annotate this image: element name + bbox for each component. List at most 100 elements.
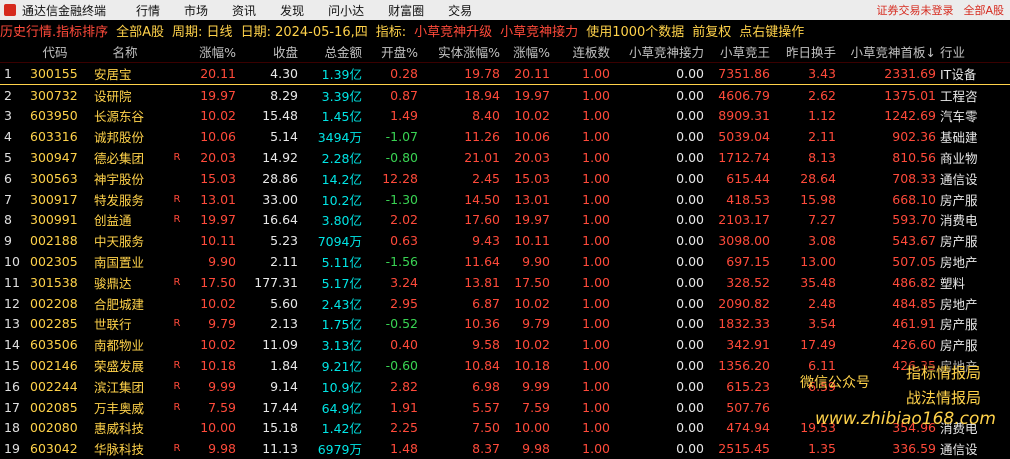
cell-ind: IT设备 [940,62,1010,85]
column-header[interactable]: 小草竞王 [708,40,774,63]
table-row[interactable]: 7 300917 特发服务 R 13.01 33.00 10.2亿 -1.30 14.50 13.… [0,189,1010,210]
column-header[interactable]: 小草竞神接力 [614,40,708,63]
view-mode[interactable]: 历史行情.指标排序 [0,21,108,40]
cell-amt: 3.80亿 [321,213,362,229]
cell-lb: 1.00 [582,295,610,311]
cell-lb: 1.00 [582,191,610,207]
cell-close: 8.29 [270,87,298,103]
indicator-2[interactable]: 小草竞神接力 [500,21,578,40]
table-row[interactable]: 13 002285 世联行 R 9.79 2.13 1.75亿 -0.52 10.36 9.79 1… [0,314,1010,335]
cell-zf: 10.02 [200,108,236,124]
column-header[interactable]: 昨日换手 [774,40,840,63]
indicator-1[interactable]: 小草竞神升级 [414,21,492,40]
menu-item[interactable]: 行情 [136,2,160,19]
cell-i: 10 [4,254,20,270]
table-row[interactable]: 9 002188 中天服务 10.11 5.23 7094万 0.63 9.43 10.11 1.… [0,230,1010,251]
table-row[interactable]: 2 300732 设研院 19.97 8.29 3.39亿 0.87 18.94 19.97 1.… [0,84,1010,105]
column-header[interactable]: 总金额 [302,40,366,63]
watermark-site: www.zhibiao168.com [815,409,996,429]
cell-lb: 1.00 [582,87,610,103]
cell-open: 2.02 [390,212,418,228]
column-header[interactable]: 涨幅% [188,40,240,63]
table-row[interactable]: 11 301538 骏鼎达 R 17.50 177.31 5.17亿 3.24 13.81 17.… [0,272,1010,293]
cell-zf2: 10.00 [514,420,550,436]
column-header[interactable]: 实体涨幅% [422,40,504,63]
column-header[interactable]: 名称 [88,40,166,63]
adjust-label[interactable]: 前复权 [692,21,731,40]
cell-kw: 418.53 [726,191,770,207]
table-row[interactable]: 19 603042 华脉科技 R 9.98 11.13 6979万 1.48 8.37 9.98 1… [0,438,1010,459]
cell-real: 14.50 [464,191,500,207]
cell-kw: 4606.79 [718,87,770,103]
menu-item[interactable]: 问小达 [328,2,364,19]
table-row[interactable]: 5 300947 德必集团 R 20.03 14.92 2.28亿 -0.80 21.01 20.… [0,147,1010,168]
column-header[interactable]: 行业 [940,40,1010,63]
cell-close: 1.84 [270,358,298,374]
column-header[interactable] [166,40,188,63]
table-row[interactable]: 12 002208 合肥城建 10.02 5.60 2.43亿 2.95 6.87 10.02 1… [0,293,1010,314]
table-row[interactable]: 6 300563 神宇股份 15.03 28.86 14.2亿 12.28 2.45 15.03… [0,168,1010,189]
cell-ind: 房产服 [940,338,978,354]
cell-code: 603506 [30,337,78,353]
period-label[interactable]: 周期: 日线 [172,21,233,40]
cell-sb: 1375.01 [884,87,936,103]
cell-name: 创益通 [94,213,132,229]
column-header[interactable] [0,40,26,63]
cell-kw: 1356.20 [718,358,770,374]
market-scope[interactable]: 全部A股 [963,2,1004,18]
hint-label: 点右键操作 [739,24,805,40]
menu-item[interactable]: 财富圈 [388,2,424,19]
table-row[interactable]: 8 300991 创益通 R 19.97 16.64 3.80亿 2.02 17.60 19.97… [0,210,1010,231]
cell-close: 5.14 [270,129,298,145]
column-header[interactable]: 收盘 [240,40,302,63]
menu-item[interactable]: 市场 [184,2,208,19]
table-row[interactable]: 10 002305 南国置业 9.90 2.11 5.11亿 -1.56 11.64 9.90 1… [0,251,1010,272]
table-row[interactable]: 3 603950 长源东谷 10.02 15.48 1.45亿 1.49 8.40 10.02 1… [0,106,1010,127]
column-header[interactable]: 连板数 [554,40,614,63]
cell-name: 华脉科技 [94,442,145,458]
cell-real: 19.78 [422,62,504,85]
cell-name: 世联行 [94,317,132,333]
column-header[interactable]: 小草竞神首板↓ [840,40,940,63]
cell-code: 002085 [30,399,78,415]
cell-name: 荣盛发展 [94,359,145,375]
cell-kw: 8909.31 [718,108,770,124]
cell-hs: 3.08 [808,233,836,249]
column-header[interactable]: 代码 [26,40,88,63]
table-row[interactable]: 1 300155 安居宝 20.11 4.30 1.39亿 0.28 19.78 20.11 1.… [0,62,1010,85]
menu-item[interactable]: 资讯 [232,2,256,19]
cell-kw: 2090.82 [718,295,770,311]
column-header[interactable]: 涨幅% [504,40,554,63]
cell-lb: 1.00 [582,399,610,415]
column-header[interactable]: 开盘% [366,40,422,63]
cell-name: 惠威科技 [94,421,145,437]
date-label[interactable]: 日期: 2024-05-16,四 [241,21,368,40]
cell-close: 177.31 [254,274,298,290]
cell-open: 2.95 [390,295,418,311]
menu-item[interactable]: 发现 [280,2,304,19]
usage-label: 使用1000个数据 [586,24,685,40]
cell-jsl: 0.00 [676,254,704,270]
cell-r [166,334,188,355]
cell-i: 14 [4,337,20,353]
cell-i: 12 [4,295,20,311]
cell-r [166,84,188,105]
cell-zf2: 10.02 [514,337,550,353]
cell-amt: 5.17亿 [321,275,362,291]
table-row[interactable]: 14 603506 南都物业 10.02 11.09 3.13亿 0.40 9.58 10.02… [0,334,1010,355]
menu-item[interactable]: 交易 [448,2,472,19]
cell-close: 2.11 [270,254,298,270]
cell-real: 13.81 [464,274,500,290]
login-status[interactable]: 证券交易未登录 [876,2,953,18]
cell-amt: 10.9亿 [321,379,362,395]
cell-amt: 2.43亿 [321,296,362,312]
cell-kw: 474.94 [726,420,770,436]
cell-amt: 5.11亿 [321,255,362,271]
cell-amt: 1.42亿 [321,421,362,437]
cell-lb: 1.00 [582,254,610,270]
table-row[interactable]: 4 603316 诚邦股份 10.06 5.14 3494万 -1.07 11.26 10.06… [0,126,1010,147]
scope-label[interactable]: 全部A股 [116,21,164,40]
cell-kw: 2515.45 [718,441,770,457]
cell-code: 002208 [30,295,78,311]
cell-sb: 708.33 [892,170,936,186]
